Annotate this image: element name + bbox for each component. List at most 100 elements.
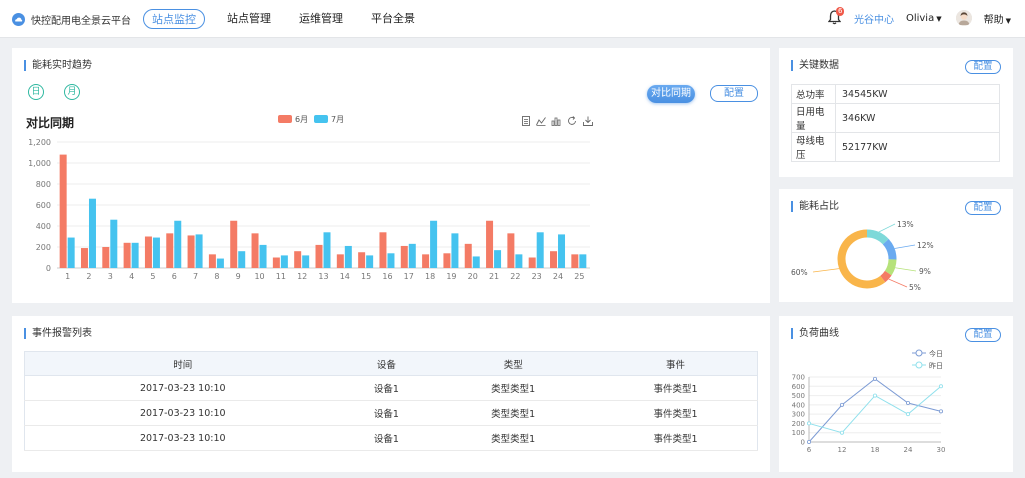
cell-time: 2017-03-23 10:10 xyxy=(24,425,341,451)
x-tick-label: 30 xyxy=(937,446,946,454)
data-view-icon[interactable] xyxy=(521,116,531,126)
line-point xyxy=(806,440,811,445)
legend-swatch xyxy=(314,115,328,123)
bar-june xyxy=(315,244,323,268)
nav-site-monitor[interactable]: 站点监控 xyxy=(143,9,205,29)
key-label: 总功率 xyxy=(791,84,836,104)
x-tick-label: 18 xyxy=(425,272,435,281)
nav-site-manage[interactable]: 站点管理 xyxy=(227,9,271,29)
key-data-card: 关键数据 配置 总功率 34545KW 日用电量 346KW 母线电压 52177KW xyxy=(779,48,1013,177)
day-button[interactable]: 日 xyxy=(28,84,44,100)
slice-leader-line xyxy=(878,223,896,233)
bar-june xyxy=(443,253,451,268)
trend-chart-title: 对比同期 xyxy=(26,116,75,130)
y-tick-label: 0 xyxy=(46,264,51,273)
cloud-icon xyxy=(12,13,25,26)
line-point xyxy=(840,430,845,435)
bar-july xyxy=(408,243,416,268)
line-switch-icon[interactable] xyxy=(536,116,546,126)
main-nav: 站点监控 站点管理 运维管理 平台全景 xyxy=(143,9,443,29)
notification-bell[interactable]: 6 xyxy=(827,7,845,26)
compare-period-button[interactable]: 对比同期 xyxy=(647,85,695,103)
bar-june xyxy=(422,254,430,268)
bar-july xyxy=(131,242,139,268)
legend-marker xyxy=(915,361,923,369)
col-time: 时间 xyxy=(24,351,341,376)
load-curve-card: 负荷曲线 配置 0 100 200 300 400 500 600 700 6 12 18 24 30 今… xyxy=(779,316,1013,472)
slice-label: 5% xyxy=(909,283,921,292)
download-icon[interactable] xyxy=(583,116,593,126)
help-menu[interactable]: 帮助 ▼ xyxy=(984,11,1011,26)
line-point xyxy=(840,402,845,407)
x-tick-label: 18 xyxy=(871,446,880,454)
avatar[interactable] xyxy=(955,10,972,26)
table-row[interactable]: 2017-03-23 10:10 设备1 类型类型1 事件类型1 xyxy=(24,425,758,451)
cell-type: 类型类型1 xyxy=(432,375,595,401)
bar-switch-icon[interactable] xyxy=(551,116,561,126)
x-tick-label: 20 xyxy=(468,272,478,281)
event-table: 时间 设备 类型 事件 2017-03-23 10:10 设备1 类型类型1 事… xyxy=(24,351,758,451)
key-label: 日用电量 xyxy=(791,103,836,133)
cell-event: 事件类型1 xyxy=(594,375,758,401)
donut-slice xyxy=(882,238,897,260)
refresh-icon[interactable] xyxy=(567,116,577,126)
bar-july xyxy=(366,255,374,268)
x-tick-label: 4 xyxy=(129,272,134,281)
bar-june xyxy=(336,254,344,268)
app-logo[interactable]: 快控配用电全景云平台 xyxy=(12,12,131,27)
y-tick-label: 600 xyxy=(792,383,805,391)
col-device: 设备 xyxy=(340,351,433,376)
energy-trend-card: 能耗实时趋势 日 月 对比同期 配置 对比同期 0 200 400 600 800 1,0… xyxy=(12,48,770,303)
cell-device: 设备1 xyxy=(340,425,433,451)
bar-july xyxy=(195,234,203,268)
bar-july xyxy=(515,254,523,268)
bar-july xyxy=(280,255,288,268)
month-button[interactable]: 月 xyxy=(64,84,80,100)
x-tick-label: 11 xyxy=(276,272,286,281)
bar-june xyxy=(294,251,302,268)
table-row: 日用电量 346KW xyxy=(791,103,1000,133)
table-row: 母线电压 52177KW xyxy=(791,132,1000,162)
donut-slice xyxy=(880,270,892,283)
key-data-config-button[interactable]: 配置 xyxy=(965,60,1001,74)
nav-ops-manage[interactable]: 运维管理 xyxy=(299,9,343,29)
bar-june xyxy=(59,154,67,268)
donut-slice xyxy=(837,229,886,289)
energy-ratio-card: 能耗占比 配置 13% 12% 9% 5% 60% xyxy=(779,189,1013,302)
bar-june xyxy=(272,257,280,268)
line-point xyxy=(906,412,911,417)
legend-label: 7月 xyxy=(331,115,344,124)
y-tick-label: 1,200 xyxy=(28,138,51,147)
light-center-link[interactable]: 光谷中心 xyxy=(854,11,894,26)
slice-leader-line xyxy=(888,278,908,288)
x-tick-label: 16 xyxy=(382,272,392,281)
bar-july xyxy=(344,245,352,268)
x-tick-label: 24 xyxy=(553,272,563,281)
x-tick-label: 13 xyxy=(318,272,328,281)
user-menu[interactable]: Olivia ▼ xyxy=(906,13,942,24)
slice-label: 60% xyxy=(791,268,808,277)
bar-july xyxy=(451,233,459,268)
key-data-title: 关键数据 xyxy=(791,60,839,71)
x-tick-label: 1 xyxy=(65,272,70,281)
y-tick-label: 1,000 xyxy=(28,159,51,168)
y-tick-label: 400 xyxy=(792,401,805,409)
bar-july xyxy=(494,250,502,268)
table-row[interactable]: 2017-03-23 10:10 设备1 类型类型1 事件类型1 xyxy=(24,375,758,401)
x-tick-label: 14 xyxy=(340,272,350,281)
trend-config-button[interactable]: 配置 xyxy=(710,85,758,102)
notification-badge: 6 xyxy=(835,7,845,16)
nav-platform-overview[interactable]: 平台全景 xyxy=(371,9,415,29)
col-type: 类型 xyxy=(432,351,595,376)
y-tick-label: 200 xyxy=(36,243,51,252)
slice-label: 13% xyxy=(897,220,914,229)
bar-july xyxy=(472,256,480,268)
line-point xyxy=(873,393,878,398)
key-data-table: 总功率 34545KW 日用电量 346KW 母线电压 52177KW xyxy=(791,84,1000,162)
bar-july xyxy=(536,232,544,268)
y-tick-label: 300 xyxy=(792,411,805,419)
x-tick-label: 25 xyxy=(574,272,584,281)
bar-july xyxy=(152,237,160,268)
y-tick-label: 700 xyxy=(792,374,805,382)
table-row[interactable]: 2017-03-23 10:10 设备1 类型类型1 事件类型1 xyxy=(24,400,758,426)
